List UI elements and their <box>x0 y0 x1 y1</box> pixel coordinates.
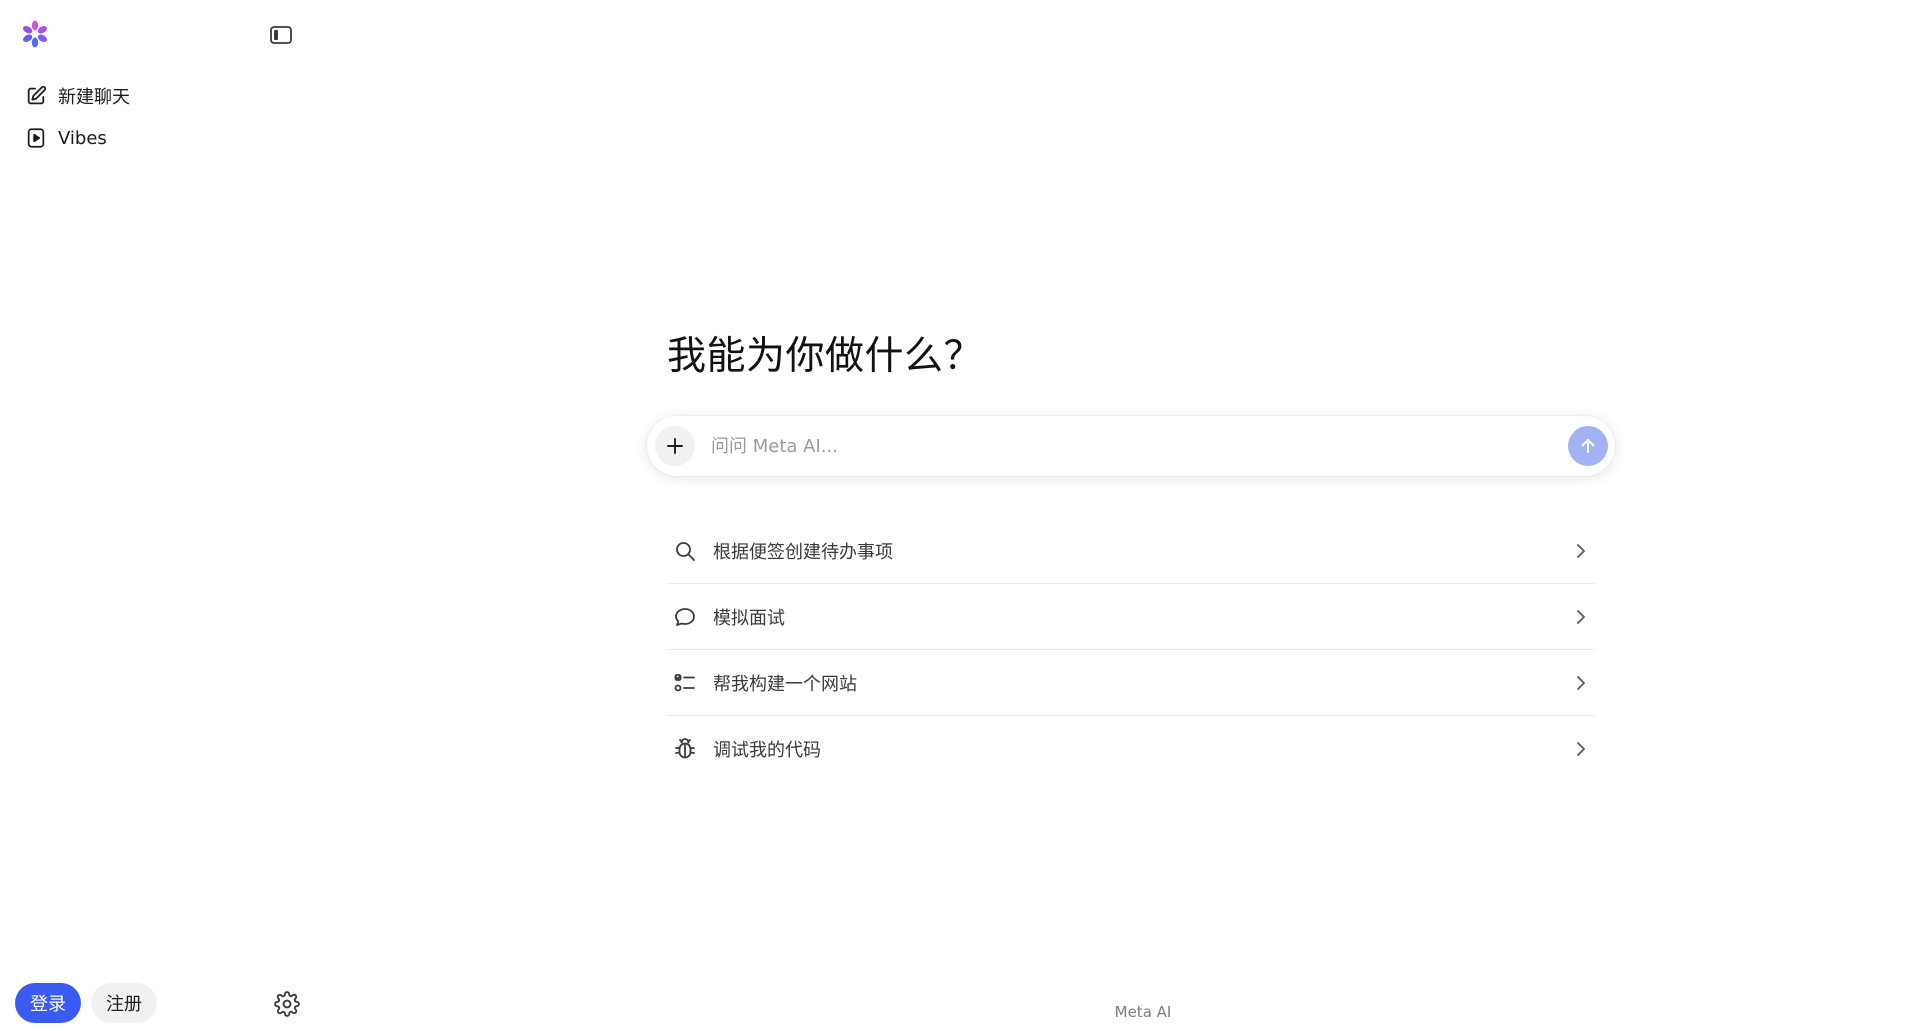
suggestion-label: 根据便签创建待办事项 <box>713 541 893 563</box>
signup-button[interactable]: 注册 <box>91 983 157 1023</box>
suggestion-label: 帮我构建一个网站 <box>713 673 857 695</box>
chat-bubble-icon <box>671 603 699 631</box>
login-button[interactable]: 登录 <box>15 983 81 1023</box>
sidebar-toggle-button[interactable] <box>268 23 294 47</box>
chevron-right-icon <box>1571 607 1591 627</box>
suggestion-item-todo[interactable]: 根据便签创建待办事项 <box>667 518 1595 584</box>
meta-ai-logo-icon <box>23 20 47 48</box>
auth-buttons: 登录 注册 <box>15 983 157 1023</box>
suggestion-item-interview[interactable]: 模拟面试 <box>667 584 1595 650</box>
suggestion-label: 调试我的代码 <box>713 740 821 761</box>
checklist-icon <box>671 669 699 697</box>
suggestion-item-website[interactable]: 帮我构建一个网站 <box>667 650 1595 716</box>
play-icon <box>24 126 48 150</box>
sidebar-item-label: Vibes <box>58 127 107 149</box>
search-icon <box>671 537 699 565</box>
edit-icon <box>24 84 48 108</box>
send-button[interactable] <box>1568 426 1608 466</box>
settings-button[interactable] <box>273 990 301 1018</box>
footer-brand: Meta AI <box>1114 1003 1172 1021</box>
sidebar: 新建聊天 Vibes 登录 注册 <box>0 0 310 1031</box>
suggestion-label: 模拟面试 <box>713 607 785 629</box>
chevron-right-icon <box>1571 541 1591 561</box>
chevron-right-icon <box>1571 739 1591 759</box>
chevron-right-icon <box>1571 673 1591 693</box>
chat-composer <box>647 416 1615 476</box>
page-title: 我能为你做什么？ <box>667 334 984 379</box>
sidebar-nav: 新建聊天 Vibes <box>16 75 294 159</box>
sidebar-toggle-icon <box>270 26 292 44</box>
sidebar-item-new-chat[interactable]: 新建聊天 <box>16 75 294 117</box>
arrow-up-icon <box>1581 439 1595 453</box>
sidebar-item-label: 新建聊天 <box>58 87 130 108</box>
attach-button[interactable] <box>655 426 695 466</box>
sidebar-item-vibes[interactable]: Vibes <box>16 117 294 159</box>
chat-input[interactable] <box>709 428 1529 464</box>
suggestion-list: 根据便签创建待办事项 模拟面试 帮我构建一个网站 调试我的代码 <box>667 518 1595 782</box>
gear-icon <box>274 991 300 1017</box>
bug-icon <box>671 735 699 763</box>
suggestion-item-debug[interactable]: 调试我的代码 <box>667 716 1595 782</box>
plus-icon <box>667 438 683 454</box>
meta-ai-logo[interactable] <box>20 19 50 49</box>
